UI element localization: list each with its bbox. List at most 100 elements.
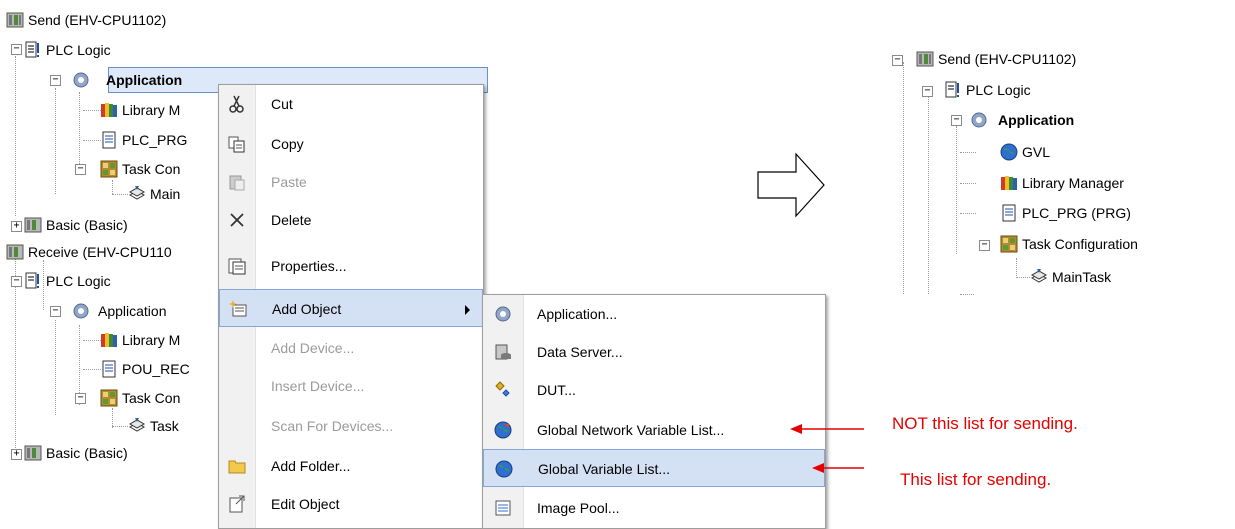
menu-item-copy[interactable]: Copy	[219, 125, 483, 163]
tree-item-label: Task Configuration	[1022, 236, 1138, 252]
submenu-item-global-network-variable-list[interactable]: Global Network Variable List...	[483, 411, 825, 449]
add-object-icon	[229, 300, 247, 317]
submenu-item-dut[interactable]: DUT...	[483, 371, 825, 409]
tree-item-label: POU_REC	[122, 361, 190, 377]
tree-item-plc-logic[interactable]: PLC Logic	[944, 78, 1031, 102]
gear-icon	[73, 72, 89, 88]
menu-item-label: Add Folder...	[271, 458, 351, 474]
program-icon	[102, 131, 116, 149]
tree-item-label: Library M	[122, 102, 181, 118]
plc-logic-icon	[25, 272, 39, 289]
collapse-toggle[interactable]: −	[979, 240, 990, 251]
menu-item-label: Data Server...	[537, 344, 623, 360]
menu-item-paste[interactable]: Paste	[219, 163, 483, 201]
tree-item-label: Receive (EHV-CPU110	[28, 244, 172, 260]
menu-item-insert-device[interactable]: Insert Device...	[219, 367, 483, 405]
task-icon	[128, 418, 146, 432]
tree-item-gvl[interactable]: GVL	[1000, 140, 1050, 164]
gear-icon	[73, 303, 89, 319]
delete-icon	[230, 213, 244, 227]
tree-item-label: PLC Logic	[966, 82, 1031, 98]
library-icon	[1001, 176, 1017, 190]
collapse-toggle[interactable]: −	[11, 276, 22, 287]
tree-item-label: Basic (Basic)	[46, 217, 128, 233]
add-object-submenu: Application... Data Server... DUT... Glo…	[482, 294, 826, 529]
tree-item-task-configuration[interactable]: Task Con	[100, 386, 180, 410]
task-icon	[128, 186, 146, 200]
menu-item-add-object[interactable]: Add Object	[219, 289, 483, 327]
tree-item-label: GVL	[1022, 144, 1051, 160]
tree-item-label: PLC Logic	[46, 42, 111, 58]
collapse-toggle[interactable]: −	[75, 393, 86, 404]
menu-item-scan-devices[interactable]: Scan For Devices...	[219, 407, 483, 445]
submenu-item-image-pool[interactable]: Image Pool...	[483, 489, 825, 527]
menu-item-label: Copy	[271, 136, 304, 152]
tree-item-label: Send (EHV-CPU1102)	[938, 51, 1077, 67]
tree-item-maintask[interactable]: Main	[128, 182, 180, 206]
menu-item-cut[interactable]: Cut	[219, 85, 483, 123]
collapse-toggle[interactable]: −	[892, 55, 903, 66]
tree-item-label: Send (EHV-CPU1102)	[28, 12, 167, 28]
globe-icon	[495, 460, 513, 478]
menu-item-label: Add Device...	[271, 340, 355, 356]
plc-device-icon	[24, 445, 42, 461]
collapse-toggle[interactable]: −	[75, 164, 86, 175]
plc-logic-icon	[945, 81, 959, 98]
menu-item-label: Scan For Devices...	[271, 418, 394, 434]
tree-item-label: Application	[998, 112, 1075, 128]
submenu-item-application[interactable]: Application...	[483, 295, 825, 333]
tree-item-library-manager[interactable]: Library Manager	[1000, 171, 1124, 195]
task-config-icon	[1000, 235, 1018, 253]
library-icon	[101, 333, 117, 347]
tree-item-task[interactable]: Task	[128, 414, 179, 438]
menu-item-label: Global Variable List...	[538, 461, 671, 477]
tree-item-application[interactable]: Application	[970, 108, 1074, 132]
expand-toggle[interactable]: +	[11, 221, 22, 232]
menu-item-label: Cut	[271, 96, 293, 112]
tree-item-plc-prg[interactable]: PLC_PRG	[100, 128, 187, 152]
tree-item-application[interactable]: Application	[72, 68, 182, 92]
plc-device-icon	[916, 51, 934, 67]
collapse-toggle[interactable]: −	[11, 44, 22, 55]
task-config-icon	[100, 160, 118, 178]
arrow-head-this	[812, 463, 824, 473]
expand-toggle[interactable]: +	[11, 449, 22, 460]
tree-item-basic[interactable]: Basic (Basic)	[24, 213, 128, 237]
collapse-toggle[interactable]: −	[922, 86, 933, 97]
plc-logic-icon	[25, 41, 39, 58]
tree-item-receive-device[interactable]: Receive (EHV-CPU110	[6, 240, 172, 264]
collapse-toggle[interactable]: −	[50, 75, 61, 86]
tree-item-label: Application	[98, 303, 167, 319]
tree-item-library-manager[interactable]: Library M	[100, 328, 180, 352]
menu-item-label: Properties...	[271, 258, 347, 274]
submenu-item-data-server[interactable]: Data Server...	[483, 333, 825, 371]
tree-item-label: Task Con	[122, 390, 181, 406]
menu-item-add-folder[interactable]: Add Folder...	[219, 447, 483, 485]
menu-item-delete[interactable]: Delete	[219, 201, 483, 239]
tree-item-send-device[interactable]: Send (EHV-CPU1102)	[916, 47, 1076, 71]
plc-device-icon	[6, 12, 24, 28]
tree-item-plc-prg[interactable]: PLC_PRG (PRG)	[1000, 201, 1131, 225]
tree-item-application[interactable]: Application	[72, 299, 167, 323]
tree-item-maintask[interactable]: MainTask	[1030, 265, 1111, 289]
tree-item-basic[interactable]: Basic (Basic)	[24, 441, 128, 465]
tree-item-task-configuration[interactable]: Task Configuration	[1000, 232, 1138, 256]
gear-icon	[971, 112, 987, 128]
menu-item-add-device[interactable]: Add Device...	[219, 329, 483, 367]
tree-item-pou[interactable]: POU_REC	[100, 357, 190, 381]
collapse-toggle[interactable]: −	[951, 115, 962, 126]
tree-item-plc-logic[interactable]: PLC Logic	[24, 38, 111, 62]
tree-item-library-manager[interactable]: Library M	[100, 98, 180, 122]
tree-item-plc-logic[interactable]: PLC Logic	[24, 269, 111, 293]
menu-item-edit-object[interactable]: Edit Object	[219, 485, 483, 523]
collapse-toggle[interactable]: −	[50, 306, 61, 317]
properties-icon	[228, 258, 246, 275]
submenu-item-global-variable-list[interactable]: Global Variable List...	[483, 449, 825, 487]
scissors-icon	[229, 95, 244, 113]
tree-item-task-configuration[interactable]: Task Con	[100, 157, 180, 181]
tree-item-label: PLC_PRG (PRG)	[1022, 205, 1131, 221]
program-icon	[102, 360, 116, 378]
menu-item-properties[interactable]: Properties...	[219, 247, 483, 285]
library-icon	[101, 103, 117, 117]
tree-item-send-device[interactable]: Send (EHV-CPU1102)	[6, 8, 166, 32]
